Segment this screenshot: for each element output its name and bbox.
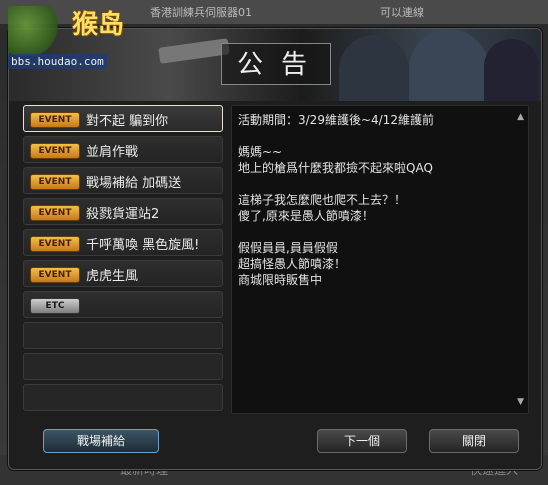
event-label: 殺戮貨運站2: [86, 207, 160, 222]
announcement-content-panel[interactable]: 活動期間：3/29維護後~4/12維護前 媽媽~~ 地上的槍爲什麼我都撿不起來啦…: [231, 105, 529, 414]
event-item-5[interactable]: EVENT 虎虎生風: [23, 260, 223, 287]
event-label: 千呼萬喚 黑色旋風!: [86, 238, 200, 253]
event-label: 並肩作戰: [86, 145, 139, 160]
event-item-2[interactable]: EVENT 戰場補給 加碼送: [23, 167, 223, 194]
empty-slot: [23, 353, 223, 380]
event-list: EVENT 對不起 騙到你 EVENT 並肩作戰 EVENT 戰場補給 加碼送 …: [23, 105, 223, 415]
rifle-icon: [158, 38, 230, 64]
event-badge: EVENT: [30, 143, 80, 159]
empty-slot: [23, 384, 223, 411]
event-badge: EVENT: [30, 267, 80, 283]
event-item-1[interactable]: EVENT 並肩作戰: [23, 136, 223, 163]
soldier-image: [484, 39, 539, 101]
event-label: 戰場補給 加碼送: [86, 176, 182, 191]
palm-tree-icon: [8, 6, 68, 56]
event-badge: EVENT: [30, 205, 80, 221]
announcement-text: 活動期間：3/29維護後~4/12維護前 媽媽~~ 地上的槍爲什麼我都撿不起來啦…: [238, 113, 434, 287]
empty-slot: [23, 322, 223, 349]
event-item-3[interactable]: EVENT 殺戮貨運站2: [23, 198, 223, 225]
watermark-name: 猴岛: [72, 10, 125, 40]
server-name: 香港訓練兵伺服器01: [150, 6, 252, 19]
etc-badge: ETC: [30, 298, 80, 314]
event-label: 對不起 騙到你: [86, 114, 169, 129]
soldier-image: [409, 29, 489, 101]
dialog-title: 公告: [221, 43, 331, 85]
announcement-dialog: 公告 EVENT 對不起 騙到你 EVENT 並肩作戰 EVENT 戰場補給 加…: [8, 28, 542, 470]
event-item-0[interactable]: EVENT 對不起 騙到你: [23, 105, 223, 132]
server-status: 可以連線: [380, 6, 424, 19]
watermark-url: bbs.houdao.com: [8, 54, 107, 69]
scroll-up-icon[interactable]: ▲: [517, 112, 524, 122]
event-badge: EVENT: [30, 112, 80, 128]
battlefield-supply-button[interactable]: 戰場補給: [43, 429, 159, 453]
close-button[interactable]: 關閉: [429, 429, 519, 453]
event-item-4[interactable]: EVENT 千呼萬喚 黑色旋風!: [23, 229, 223, 256]
scroll-down-icon[interactable]: ▼: [517, 397, 524, 407]
soldier-image: [339, 35, 409, 101]
etc-item[interactable]: ETC: [23, 291, 223, 318]
event-label: 虎虎生風: [86, 269, 139, 284]
watermark-logo: 猴岛 bbs.houdao.com: [0, 0, 160, 75]
event-badge: EVENT: [30, 236, 80, 252]
next-button[interactable]: 下一個: [317, 429, 407, 453]
event-badge: EVENT: [30, 174, 80, 190]
